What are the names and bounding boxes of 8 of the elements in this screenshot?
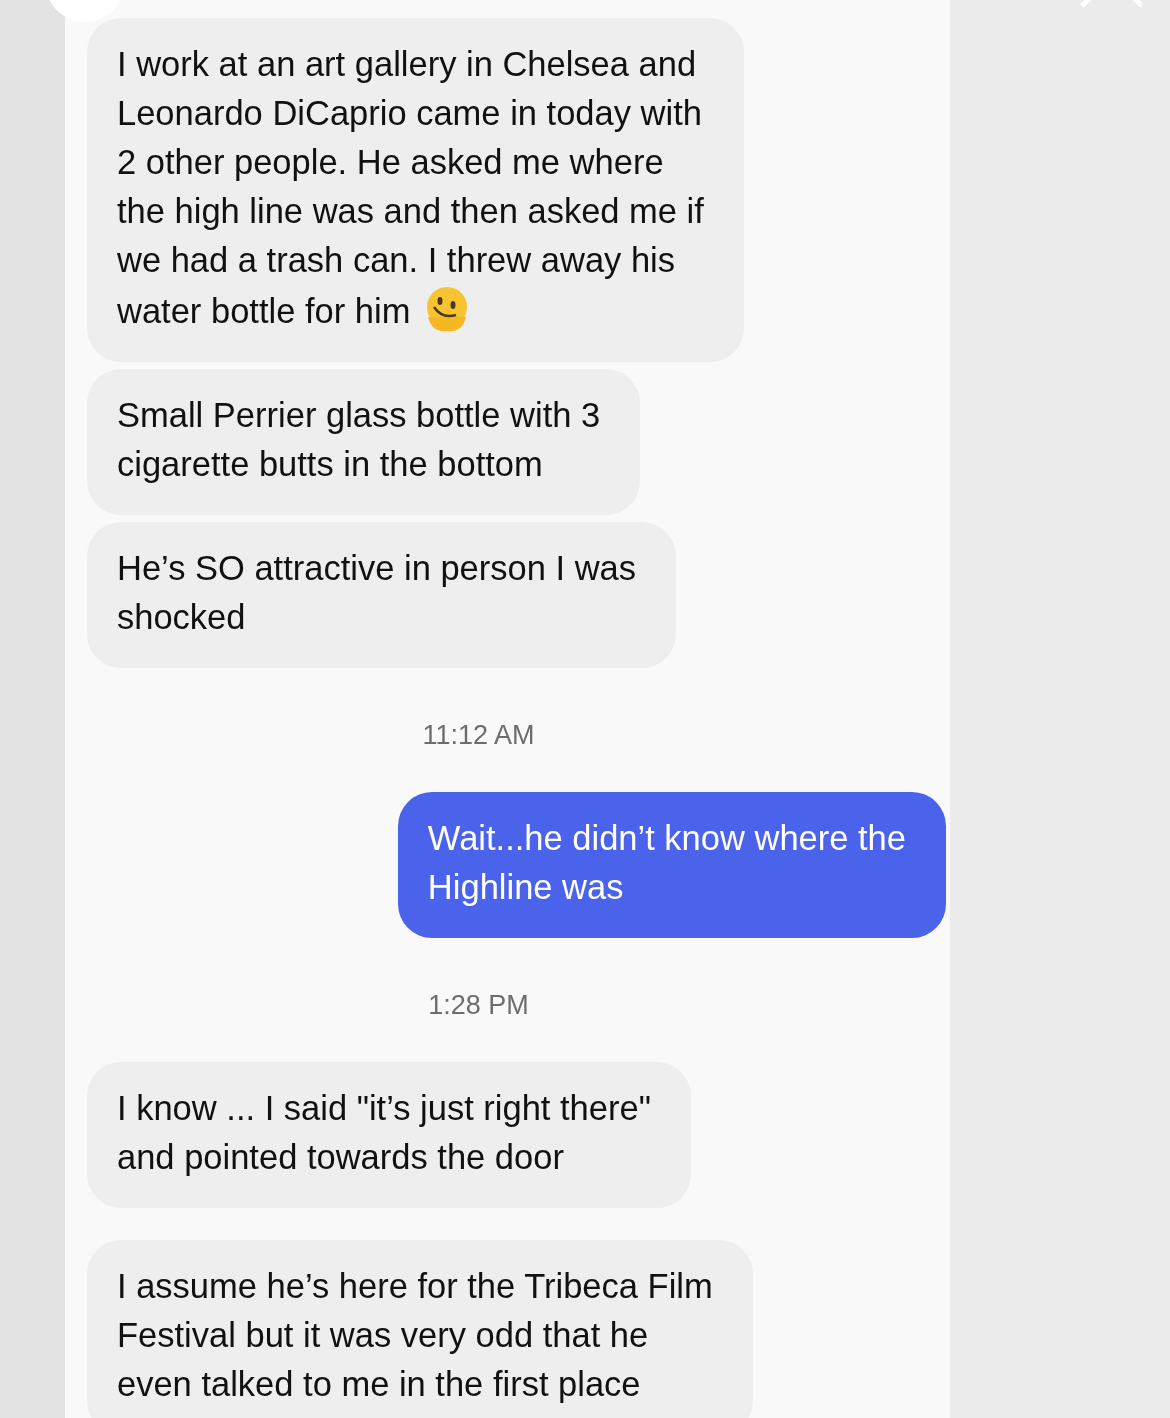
timestamp: 11:12 AM: [422, 720, 535, 751]
message-bubble: Wait...he didn’t know where the Highline was: [397, 792, 946, 938]
message-bubble: I assume he’s here for the Tribeca Film Festival but it was very odd that he even talked to me in the first place: [87, 1240, 753, 1418]
message-bubble: I work at an art gallery in Chelsea and Leonardo DiCaprio came in today with 2 other people. He asked me where the high line was and then asked me if we had a trash can. I threw away his water bottle for him: [87, 18, 744, 362]
message-bubble: He’s SO attractive in person I was shocked: [87, 522, 676, 668]
message-bubble: Small Perrier glass bottle with 3 cigarette butts in the bottom: [87, 369, 641, 515]
message-bubble: I know ... I said "it’s just right there" and pointed towards the door: [87, 1062, 691, 1208]
timestamp: 1:28 PM: [428, 990, 529, 1021]
